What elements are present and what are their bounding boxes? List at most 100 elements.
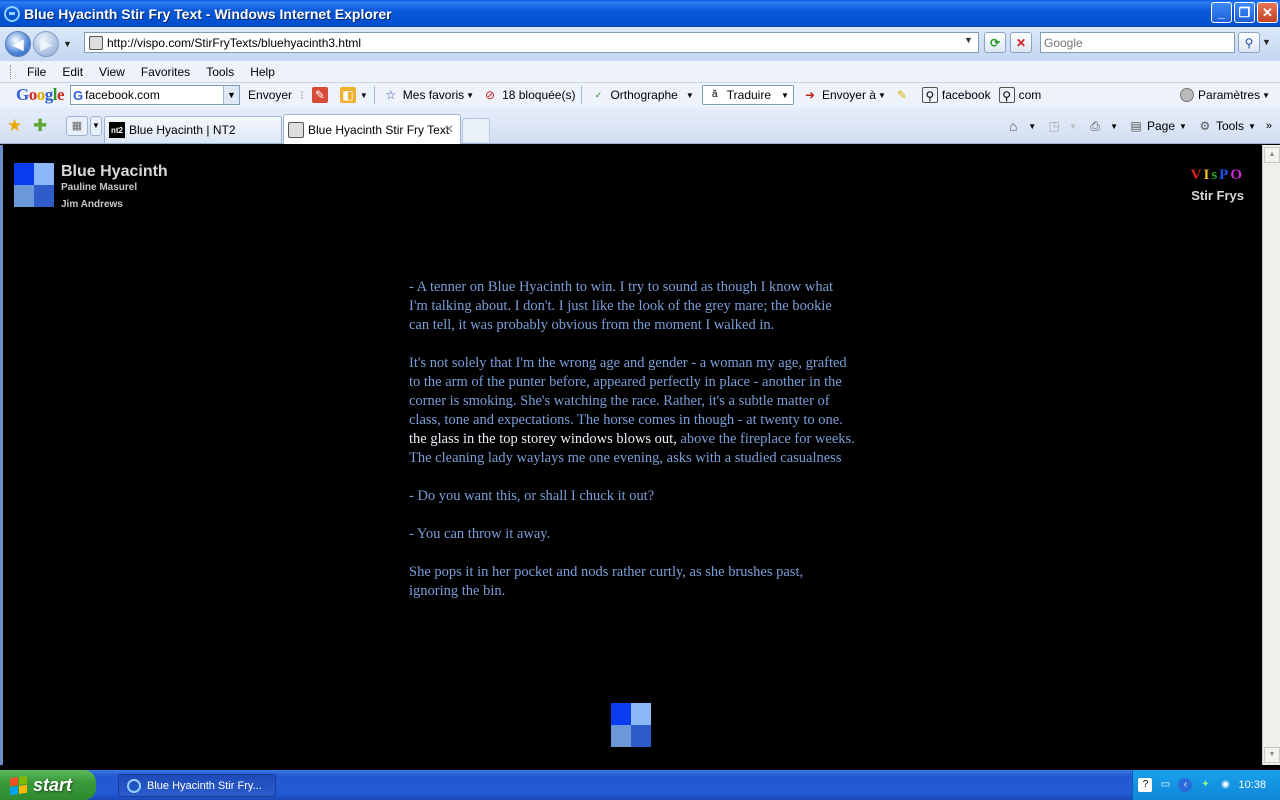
spellcheck-button[interactable]: ✓ Orthographe ▼ xyxy=(590,87,694,103)
menu-tools[interactable]: Tools xyxy=(198,65,242,79)
send-icon: ➜ xyxy=(804,88,815,102)
url-dropdown-icon[interactable]: ▼ xyxy=(961,35,976,50)
blocked-icon: ⊘ xyxy=(485,88,496,102)
highlighted-text[interactable]: the glass in the top storey windows blow… xyxy=(409,431,677,447)
start-button[interactable]: start xyxy=(0,770,96,800)
search-icon[interactable]: ⚲ xyxy=(1238,32,1260,53)
chevron-more-icon[interactable]: » xyxy=(1266,120,1272,132)
tab-bar: ★ ✚ ▦ ▼ nt2 Blue Hyacinth | NT2 Blue Hya… xyxy=(0,107,1280,144)
refresh-button[interactable]: ⟳ xyxy=(984,32,1006,53)
url-input[interactable] xyxy=(107,35,957,50)
back-button[interactable]: ◀ xyxy=(5,31,31,57)
stop-button[interactable]: ✕ xyxy=(1010,32,1032,53)
forward-button[interactable]: ▶ xyxy=(33,31,59,57)
feeds-button[interactable]: ◳ ▼ xyxy=(1046,118,1077,134)
page-icon xyxy=(89,35,103,50)
menu-bar: File Edit View Favorites Tools Help xyxy=(0,61,1280,83)
windows-flag-icon xyxy=(10,775,27,795)
vertical-scrollbar[interactable]: ▲ ▼ xyxy=(1262,145,1280,765)
arrow-left-icon[interactable]: ‹ xyxy=(1178,778,1193,792)
google-search-dropdown[interactable]: ▼ xyxy=(223,86,240,104)
facebook-search-button[interactable]: ⚲ facebook xyxy=(921,87,991,103)
popup-icon[interactable]: ◧ ▼ xyxy=(339,87,368,103)
window-title: Blue Hyacinth Stir Fry Text - Windows In… xyxy=(24,5,392,22)
bottom-squares-link[interactable] xyxy=(611,703,651,747)
network-icon[interactable]: ✦ xyxy=(1198,778,1212,792)
highlight-pen-button[interactable]: ✎ xyxy=(894,87,914,103)
ie-icon xyxy=(127,778,141,793)
story-paragraph: - You can throw it away. xyxy=(409,526,551,542)
menu-edit[interactable]: Edit xyxy=(54,65,91,79)
magnifier-icon: ⚲ xyxy=(998,87,1015,103)
blue-hyacinth-logo xyxy=(14,163,54,207)
story-paragraph: - A tenner on Blue Hyacinth to win. I tr… xyxy=(409,279,834,333)
google-search-input[interactable] xyxy=(85,88,216,102)
help-icon[interactable]: ? xyxy=(1138,778,1153,792)
page-menu-button[interactable]: ▤ Page ▼ xyxy=(1128,118,1187,134)
favorites-star-icon[interactable]: ★ xyxy=(7,116,22,136)
nt2-icon: nt2 xyxy=(109,122,125,138)
page-icon xyxy=(288,121,304,138)
google-send-button[interactable]: Envoyer xyxy=(248,88,292,102)
menu-help[interactable]: Help xyxy=(242,65,283,79)
tab-blue-hyacinth-stir-fry[interactable]: Blue Hyacinth Stir Fry Text ✕ xyxy=(283,114,461,144)
new-tab-button[interactable] xyxy=(462,118,490,142)
add-favorite-icon[interactable]: ✚ xyxy=(33,116,47,136)
system-tray: ? ▭ ‹ ✦ ◉ 10:38 xyxy=(1132,770,1280,800)
toolbar-grip xyxy=(10,64,13,79)
tab-list-dropdown[interactable]: ▼ xyxy=(90,116,102,136)
command-bar: ⌂ ▼ ◳ ▼ ⎙ ▼ ▤ Page ▼ ⚙ Tools ▼ » xyxy=(995,116,1272,136)
bookmarks-button[interactable]: ☆ Mes favoris ▼ xyxy=(383,87,474,103)
close-button[interactable]: ✕ xyxy=(1257,2,1278,23)
minimize-button[interactable]: _ xyxy=(1211,2,1232,23)
popup-blocker-button[interactable]: ⊘ 18 bloquée(s) xyxy=(482,87,575,103)
window-titlebar[interactable]: Blue Hyacinth Stir Fry Text - Windows In… xyxy=(0,0,1280,27)
tab-blue-hyacinth-nt2[interactable]: nt2 Blue Hyacinth | NT2 xyxy=(104,116,282,143)
search-options-dropdown[interactable]: ▼ xyxy=(1262,37,1271,47)
google-toolbar: Google G ▼ Envoyer ⁝ ✎ ◧▼ ☆Mes favoris▼ … xyxy=(0,83,1280,107)
print-button[interactable]: ⎙ ▼ xyxy=(1087,118,1118,134)
history-dropdown[interactable]: ▼ xyxy=(63,39,72,49)
com-search-button[interactable]: ⚲ com xyxy=(998,87,1041,103)
menu-view[interactable]: View xyxy=(91,65,133,79)
magnifier-icon: ⚲ xyxy=(921,87,938,103)
menu-favorites[interactable]: Favorites xyxy=(133,65,198,79)
scroll-up-button[interactable]: ▲ xyxy=(1264,147,1280,163)
search-input[interactable] xyxy=(1041,33,1226,52)
tools-menu-button[interactable]: ⚙ Tools ▼ xyxy=(1197,118,1256,134)
toolbar-grip-icon: ⁝ xyxy=(300,88,304,102)
taskbar-ie-window[interactable]: Blue Hyacinth Stir Fry... xyxy=(118,774,276,797)
settings-icon xyxy=(1180,88,1195,102)
page-viewport: Blue Hyacinth Pauline Masurel Jim Andrew… xyxy=(0,145,1262,765)
display-icon[interactable]: ▭ xyxy=(1158,778,1172,792)
search-box xyxy=(1040,32,1235,53)
google-g-icon: G xyxy=(73,87,84,103)
maximize-button[interactable]: ❐ xyxy=(1234,2,1255,23)
story-text: - A tenner on Blue Hyacinth to win. I tr… xyxy=(409,278,855,620)
spellcheck-icon: ✓ xyxy=(594,90,603,100)
tab-close-icon[interactable]: ✕ xyxy=(444,122,454,136)
author-jim: Jim Andrews xyxy=(61,199,123,210)
highlight-icon[interactable]: ✎ xyxy=(311,87,332,103)
send-to-button[interactable]: ➜ Envoyer à ▼ xyxy=(802,87,886,103)
menu-file[interactable]: File xyxy=(19,65,54,79)
home-button[interactable]: ⌂ ▼ xyxy=(1005,118,1036,134)
clock: 10:38 xyxy=(1238,779,1266,791)
story-paragraph: - Do you want this, or shall I chuck it … xyxy=(409,488,655,504)
star-icon: ☆ xyxy=(385,88,397,102)
google-search-box: G ▼ xyxy=(70,85,241,105)
taskbar: start Blue Hyacinth Stir Fry... ? ▭ ‹ ✦ … xyxy=(0,770,1280,800)
vispo-logo-link[interactable]: VIsPO xyxy=(1191,167,1244,184)
page-icon: ▤ xyxy=(1130,119,1142,133)
page-title: Blue Hyacinth xyxy=(61,163,168,180)
quick-tabs-button[interactable]: ▦ xyxy=(66,116,88,136)
scroll-down-button[interactable]: ▼ xyxy=(1264,747,1280,763)
url-box: ▼ xyxy=(84,32,979,53)
stir-frys-link[interactable]: Stir Frys xyxy=(1191,188,1244,203)
translate-button[interactable]: ă Traduire ▼ xyxy=(701,85,794,105)
google-logo[interactable]: Google xyxy=(16,85,65,105)
audio-icon[interactable]: ◉ xyxy=(1218,778,1232,792)
rss-icon: ◳ xyxy=(1048,119,1060,133)
home-icon: ⌂ xyxy=(1008,118,1018,134)
settings-button[interactable]: Paramètres ▼ xyxy=(1180,83,1270,107)
